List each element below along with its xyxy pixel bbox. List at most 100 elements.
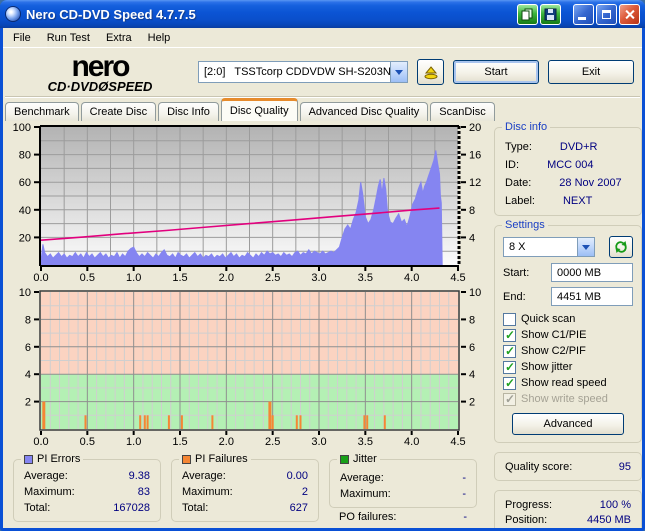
checkbox-box bbox=[503, 312, 516, 326]
settings-panel: Settings 8 X Start: 0000 MB End: 4451 MB… bbox=[494, 219, 642, 443]
checkbox-show-c1-pie[interactable]: Show C1/PIE bbox=[503, 327, 633, 343]
titlebar[interactable]: Nero CD-DVD Speed 4.7.7.5 bbox=[0, 0, 645, 28]
checkbox-quick-scan[interactable]: Quick scan bbox=[503, 311, 633, 327]
svg-text:40: 40 bbox=[19, 205, 31, 217]
start-input[interactable]: 0000 MB bbox=[551, 263, 633, 282]
drive-select-value: [2:0] TSSTcorp CDDVDW SH-S203N SB01 bbox=[204, 66, 390, 78]
tab-create-disc[interactable]: Create Disc bbox=[80, 102, 157, 121]
checkbox-box bbox=[503, 328, 516, 342]
app-icon bbox=[5, 6, 21, 22]
po-failures-row: PO failures: - bbox=[339, 511, 467, 523]
tab-disc-quality[interactable]: Disc Quality bbox=[220, 98, 298, 121]
maximize-button[interactable] bbox=[596, 3, 617, 25]
close-button[interactable] bbox=[619, 3, 640, 25]
svg-text:3.5: 3.5 bbox=[358, 272, 373, 283]
end-input[interactable]: 4451 MB bbox=[551, 287, 633, 306]
charts-column: 20 40 60 80 100 4 8 12 16 20 0.0 0.5 1.0 1.5 2.0 2.5 3.0… bbox=[3, 121, 490, 528]
svg-text:8: 8 bbox=[469, 314, 475, 326]
svg-text:10: 10 bbox=[469, 288, 481, 299]
eject-button[interactable] bbox=[417, 59, 444, 85]
pi-errors-chart: 20 40 60 80 100 4 8 12 16 20 0.0 0.5 1.0 1.5 2.0 2.5 3.0… bbox=[3, 121, 490, 288]
svg-text:2.5: 2.5 bbox=[265, 436, 280, 446]
disc-info-panel: Disc info Type: DVD+R ID: MCC 004 Date: 28 … bbox=[494, 121, 642, 216]
pi-failures-chart: 2 2 4 4 6 6 8 8 10 10 0.0 0.5 1.0 1.5 2.0 2.5 3.0 3.5 4.0 4… bbox=[3, 287, 490, 451]
exit-button[interactable]: Exit bbox=[548, 60, 634, 84]
stat-row: Maximum: - bbox=[340, 488, 466, 500]
svg-text:1.5: 1.5 bbox=[172, 436, 187, 446]
tab-benchmark[interactable]: Benchmark bbox=[5, 102, 79, 121]
tab-scandisc[interactable]: ScanDisc bbox=[430, 102, 495, 121]
menu-extra[interactable]: Extra bbox=[98, 29, 140, 47]
menu-bar: File Run Test Extra Help bbox=[3, 28, 642, 48]
speed-select[interactable]: 8 X bbox=[503, 237, 595, 257]
checkbox-show-write-speed: Show write speed bbox=[503, 391, 633, 407]
svg-text:60: 60 bbox=[19, 177, 31, 189]
stat-row: Average: 0.00 bbox=[182, 470, 308, 482]
svg-text:100: 100 bbox=[13, 122, 31, 134]
svg-text:3.0: 3.0 bbox=[311, 436, 326, 446]
menu-help[interactable]: Help bbox=[140, 29, 179, 47]
nero-logo: nero CD·DVDØSPEED bbox=[47, 49, 153, 94]
jitter-stats: Jitter Average: - Maximum: - bbox=[329, 453, 477, 508]
quality-score-label: Quality score: bbox=[505, 460, 573, 473]
chevron-down-icon bbox=[395, 69, 403, 75]
checkbox-box bbox=[503, 376, 516, 390]
svg-text:0.0: 0.0 bbox=[33, 436, 48, 446]
minimize-button[interactable] bbox=[573, 3, 594, 25]
tab-disc-info[interactable]: Disc Info bbox=[158, 102, 219, 121]
disc-quality-page: 20 40 60 80 100 4 8 12 16 20 0.0 0.5 1.0 1.5 2.0 2.5 3.0… bbox=[3, 121, 642, 528]
close-icon bbox=[624, 9, 635, 20]
refresh-button[interactable] bbox=[609, 236, 633, 258]
checkbox-show-jitter[interactable]: Show jitter bbox=[503, 359, 633, 375]
advanced-button[interactable]: Advanced bbox=[512, 413, 624, 435]
app-window: Nero CD-DVD Speed 4.7.7.5 File Run Test … bbox=[0, 0, 645, 531]
disc-info-row: ID: MCC 004 bbox=[505, 159, 594, 171]
svg-text:4.0: 4.0 bbox=[404, 272, 419, 283]
drive-select[interactable]: [2:0] TSSTcorp CDDVDW SH-S203N SB01 bbox=[198, 61, 408, 83]
speed-select-value: 8 X bbox=[509, 241, 526, 253]
progress-row: Speed:8.24 X bbox=[503, 527, 633, 528]
stat-row: Total: 167028 bbox=[24, 502, 150, 514]
svg-text:1.5: 1.5 bbox=[172, 272, 187, 283]
drive-select-dropdown-button[interactable] bbox=[390, 62, 407, 82]
quality-score-value: 95 bbox=[618, 460, 631, 473]
svg-text:2: 2 bbox=[25, 397, 31, 409]
tab-advanced-disc-quality[interactable]: Advanced Disc Quality bbox=[299, 102, 429, 121]
start-label: Start: bbox=[503, 266, 530, 279]
checkbox-show-c2-pif[interactable]: Show C2/PIF bbox=[503, 343, 633, 359]
stat-row: Maximum: 2 bbox=[182, 486, 308, 498]
menu-run-test[interactable]: Run Test bbox=[39, 29, 98, 47]
svg-text:3.5: 3.5 bbox=[358, 436, 373, 446]
svg-text:8: 8 bbox=[469, 205, 475, 217]
checkbox-show-read-speed[interactable]: Show read speed bbox=[503, 375, 633, 391]
svg-text:4: 4 bbox=[469, 369, 475, 381]
svg-text:12: 12 bbox=[469, 177, 481, 189]
svg-text:0.5: 0.5 bbox=[80, 436, 95, 446]
disc-info-row: Date: 28 Nov 2007 bbox=[505, 177, 622, 189]
jitter-legend-swatch bbox=[340, 454, 349, 464]
copy-button[interactable] bbox=[517, 3, 538, 25]
svg-text:80: 80 bbox=[19, 150, 31, 162]
progress-row: Position: 4450 MB bbox=[505, 513, 631, 526]
progress-panel: Progress:100 % Position:4450 MB Speed:8.… bbox=[494, 490, 642, 528]
stat-row: Total: 627 bbox=[182, 502, 308, 514]
stat-row: Average: 9.38 bbox=[24, 470, 150, 482]
save-button[interactable] bbox=[540, 3, 561, 25]
svg-text:2: 2 bbox=[469, 397, 475, 409]
header-toolbar: nero CD·DVDØSPEED [2:0] TSSTcorp CDDVDW … bbox=[3, 48, 642, 96]
checkbox-box bbox=[503, 392, 516, 406]
stat-row: Maximum: 83 bbox=[24, 486, 150, 498]
menu-file[interactable]: File bbox=[5, 29, 39, 47]
tab-strip: Benchmark Create Disc Disc Info Disc Qua… bbox=[3, 98, 642, 121]
minimize-icon bbox=[578, 16, 586, 20]
checkbox-box bbox=[503, 344, 516, 358]
pi-failures-stats: PI Failures Average: 0.00 Maximum: 2 Total… bbox=[171, 453, 319, 522]
pi-errors-legend-swatch bbox=[24, 454, 33, 464]
progress-row: Progress: 100 % bbox=[505, 498, 631, 511]
svg-text:0.5: 0.5 bbox=[80, 272, 95, 283]
stats-row: PI Errors Average: 9.38 Maximum: 83 Total:… bbox=[3, 451, 490, 528]
start-button[interactable]: Start bbox=[453, 60, 539, 84]
speed-select-dropdown-button[interactable] bbox=[577, 238, 594, 256]
svg-text:0.0: 0.0 bbox=[33, 272, 48, 283]
disc-info-row: Label: NEXT bbox=[505, 195, 593, 207]
